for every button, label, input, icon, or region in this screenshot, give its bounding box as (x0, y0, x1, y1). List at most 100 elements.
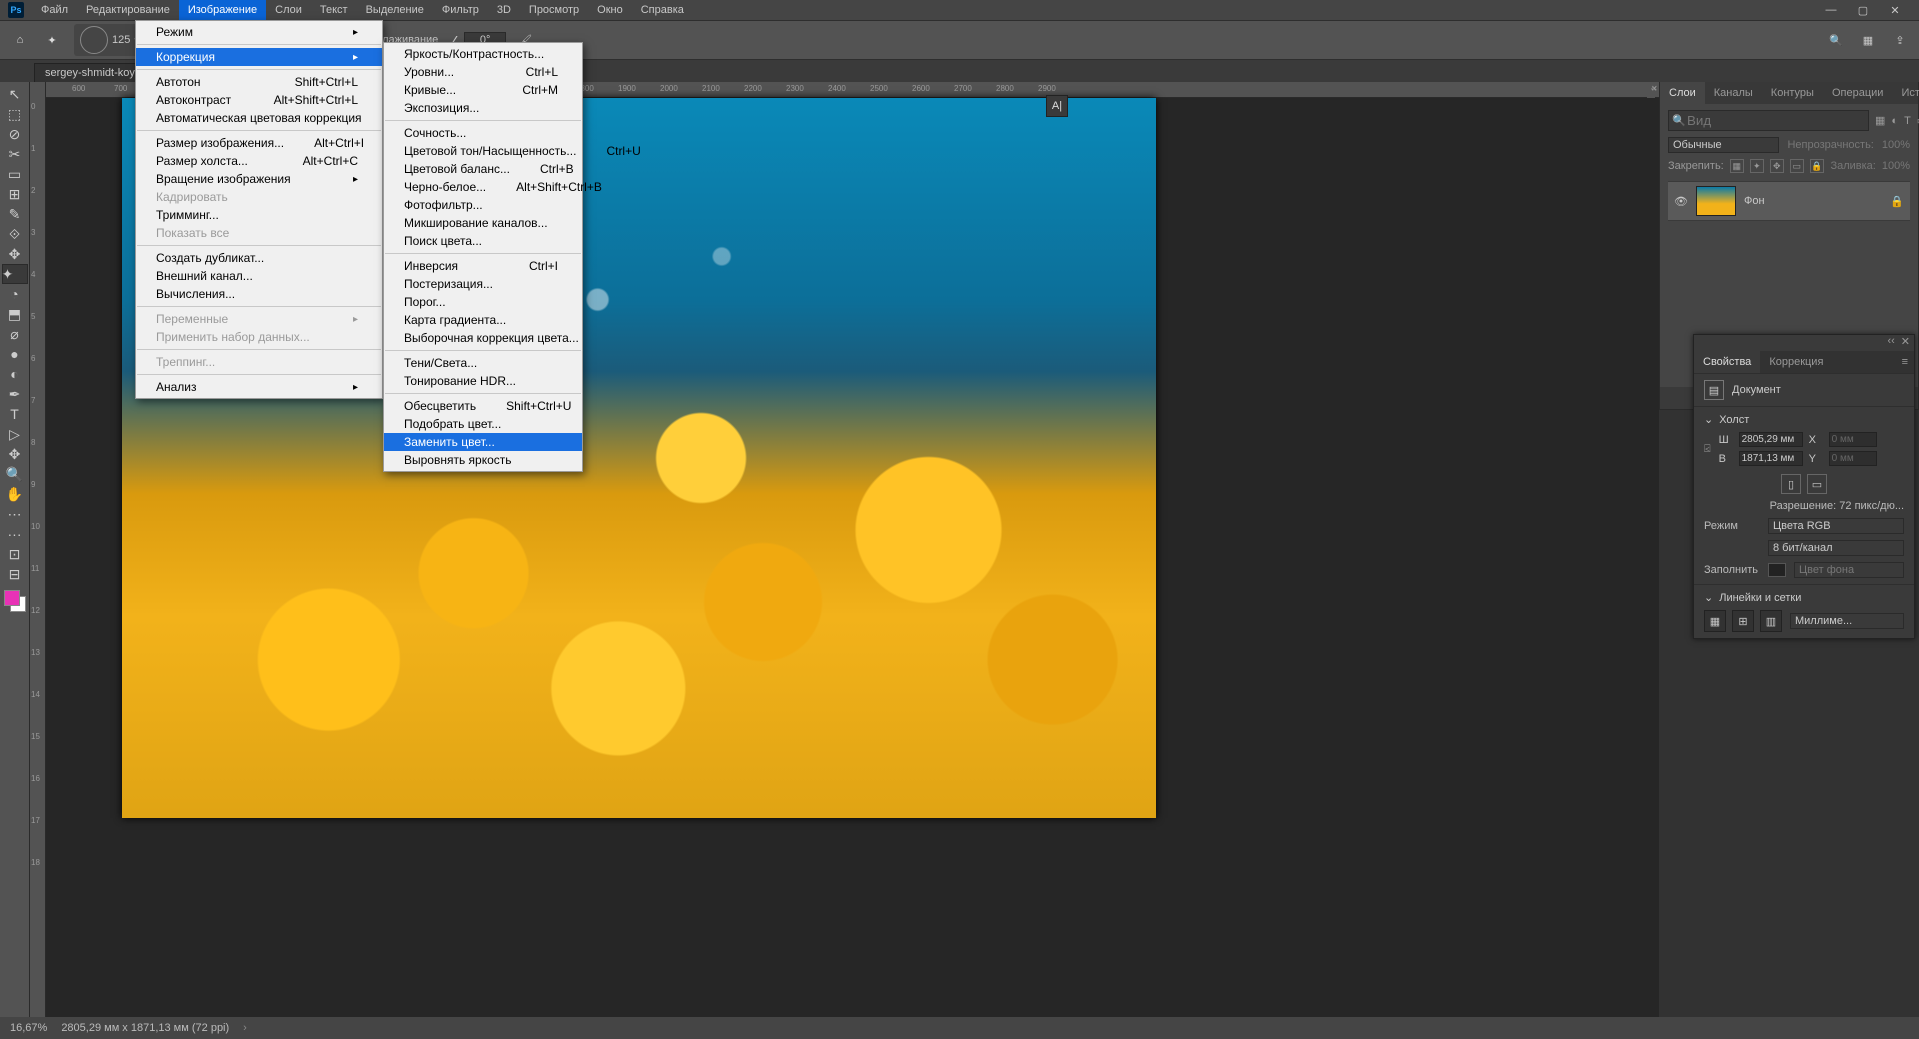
menu-окно[interactable]: Окно (588, 0, 632, 20)
color-mode-select[interactable]: Цвета RGB (1768, 518, 1904, 534)
tool-19[interactable]: 🔍 (2, 464, 28, 484)
menu-item[interactable]: Подобрать цвет... (384, 415, 582, 433)
menu-item[interactable]: Вычисления... (136, 285, 382, 303)
tool-0[interactable]: ↖ (2, 84, 28, 104)
units-select[interactable]: Миллиме... (1790, 613, 1904, 629)
menu-item[interactable]: Размер холста...Alt+Ctrl+C (136, 152, 382, 170)
menu-просмотр[interactable]: Просмотр (520, 0, 588, 20)
menu-item[interactable]: Размер изображения...Alt+Ctrl+I (136, 134, 382, 152)
chevron-down-icon[interactable]: ⌄ (1704, 413, 1713, 426)
workspace-icon[interactable]: ▦ (1859, 31, 1877, 49)
tool-4[interactable]: ▭ (2, 164, 28, 184)
lock-icon[interactable]: 🔒 (1890, 195, 1904, 208)
tool-18[interactable]: ✥ (2, 444, 28, 464)
menu-item[interactable]: АвтотонShift+Ctrl+L (136, 73, 382, 91)
menu-слои[interactable]: Слои (266, 0, 311, 20)
fill-select[interactable]: Цвет фона (1794, 562, 1904, 578)
menu-item[interactable]: Микширование каналов... (384, 214, 582, 232)
share-icon[interactable]: ⇪ (1891, 31, 1909, 49)
menu-item[interactable]: Цветовой тон/Насыщенность...Ctrl+U (384, 142, 582, 160)
tool-22[interactable]: ··· (2, 524, 28, 544)
guides-icon[interactable]: ▥ (1760, 610, 1782, 632)
tool-11[interactable]: ⬒ (2, 304, 28, 324)
menu-item[interactable]: ОбесцветитьShift+Ctrl+U (384, 397, 582, 415)
zoom-level[interactable]: 16,67% (10, 1022, 47, 1034)
menu-текст[interactable]: Текст (311, 0, 357, 20)
menu-item[interactable]: Внешний канал... (136, 267, 382, 285)
tool-17[interactable]: ▷ (2, 424, 28, 444)
menu-item[interactable]: Тонирование HDR... (384, 372, 582, 390)
tab-channels[interactable]: Каналы (1705, 82, 1762, 104)
menu-item[interactable]: Порог... (384, 293, 582, 311)
tool-24[interactable]: ⊟ (2, 564, 28, 584)
bit-depth-select[interactable]: 8 бит/канал (1768, 540, 1904, 556)
tab-paths[interactable]: Контуры (1762, 82, 1823, 104)
menu-item[interactable]: Выборочная коррекция цвета... (384, 329, 582, 347)
tab-layers[interactable]: Слои (1660, 82, 1705, 104)
tab-properties[interactable]: Свойства (1694, 351, 1760, 373)
fill-color-swatch[interactable] (1768, 563, 1786, 577)
tool-12[interactable]: ⌀ (2, 324, 28, 344)
tab-history[interactable]: История (1892, 82, 1919, 104)
link-dimensions-icon[interactable]: ⍃ (1704, 443, 1711, 456)
tool-1[interactable]: ⬚ (2, 104, 28, 124)
portrait-icon[interactable]: ▯ (1781, 474, 1801, 494)
height-input[interactable] (1739, 451, 1803, 466)
menu-item[interactable]: Сочность... (384, 124, 582, 142)
lock-move-icon[interactable]: ✥ (1770, 159, 1784, 173)
menu-item[interactable]: Цветовой баланс...Ctrl+B (384, 160, 582, 178)
tool-8[interactable]: ✥ (2, 244, 28, 264)
menu-item[interactable]: Карта градиента... (384, 311, 582, 329)
tool-2[interactable]: ⊘ (2, 124, 28, 144)
filter-adjust-icon[interactable]: ◐ (1891, 115, 1898, 127)
menu-item[interactable]: Кривые...Ctrl+M (384, 81, 582, 99)
menu-item[interactable]: Режим (136, 23, 382, 41)
tool-23[interactable]: ⊡ (2, 544, 28, 564)
tab-adjustments[interactable]: Коррекция (1760, 351, 1832, 373)
search-icon[interactable]: 🔍 (1827, 31, 1845, 49)
lock-all-icon[interactable]: 🔒 (1810, 159, 1824, 173)
filter-text-icon[interactable]: T (1904, 115, 1911, 127)
menu-item[interactable]: Постеризация... (384, 275, 582, 293)
layer-row[interactable]: 👁 Фон 🔒 (1668, 181, 1910, 221)
width-input[interactable] (1739, 432, 1803, 447)
opacity-value[interactable]: 100% (1882, 139, 1910, 151)
menu-item[interactable]: Вращение изображения (136, 170, 382, 188)
menu-item[interactable]: Черно-белое...Alt+Shift+Ctrl+B (384, 178, 582, 196)
menu-item[interactable]: Яркость/Контрастность... (384, 45, 582, 63)
collapse-icon[interactable]: ‹‹ (1887, 335, 1894, 351)
menu-item[interactable]: Анализ (136, 378, 382, 396)
menu-item[interactable]: Коррекция (136, 48, 382, 66)
tool-20[interactable]: ✋ (2, 484, 28, 504)
layer-search-input[interactable] (1668, 110, 1869, 131)
tool-6[interactable]: ✎ (2, 204, 28, 224)
tool-15[interactable]: ✒ (2, 384, 28, 404)
chevron-down-icon[interactable]: ⌄ (1704, 591, 1713, 604)
menu-выделение[interactable]: Выделение (357, 0, 433, 20)
tab-actions[interactable]: Операции (1823, 82, 1892, 104)
tool-5[interactable]: ⊞ (2, 184, 28, 204)
menu-item[interactable]: Заменить цвет... (384, 433, 582, 451)
menu-справка[interactable]: Справка (632, 0, 693, 20)
lock-nested-icon[interactable]: ▭ (1790, 159, 1804, 173)
filter-image-icon[interactable]: ▦ (1875, 114, 1885, 127)
menu-item[interactable]: Тени/Света... (384, 354, 582, 372)
tool-9[interactable]: ✦ (2, 264, 28, 284)
menu-item[interactable]: Уровни...Ctrl+L (384, 63, 582, 81)
menu-item[interactable]: ИнверсияCtrl+I (384, 257, 582, 275)
menu-3d[interactable]: 3D (488, 0, 520, 20)
tool-10[interactable]: ◔ (2, 284, 28, 304)
menu-редактирование[interactable]: Редактирование (77, 0, 179, 20)
menu-item[interactable]: Фотофильтр... (384, 196, 582, 214)
menu-item[interactable]: Экспозиция... (384, 99, 582, 117)
blend-mode-select[interactable]: Обычные (1668, 137, 1779, 153)
menu-файл[interactable]: Файл (32, 0, 77, 20)
minimize-button[interactable]: — (1815, 0, 1847, 20)
tool-21[interactable]: ⋯ (2, 504, 28, 524)
tool-7[interactable]: ⟐ (2, 224, 28, 244)
grid-icon[interactable]: ⊞ (1732, 610, 1754, 632)
menu-item[interactable]: Автоматическая цветовая коррекцияShift+C… (136, 109, 382, 127)
home-icon[interactable]: ⌂ (10, 30, 30, 50)
rulers-icon[interactable]: ▦ (1704, 610, 1726, 632)
lock-pixels-icon[interactable]: ▦ (1730, 159, 1744, 173)
